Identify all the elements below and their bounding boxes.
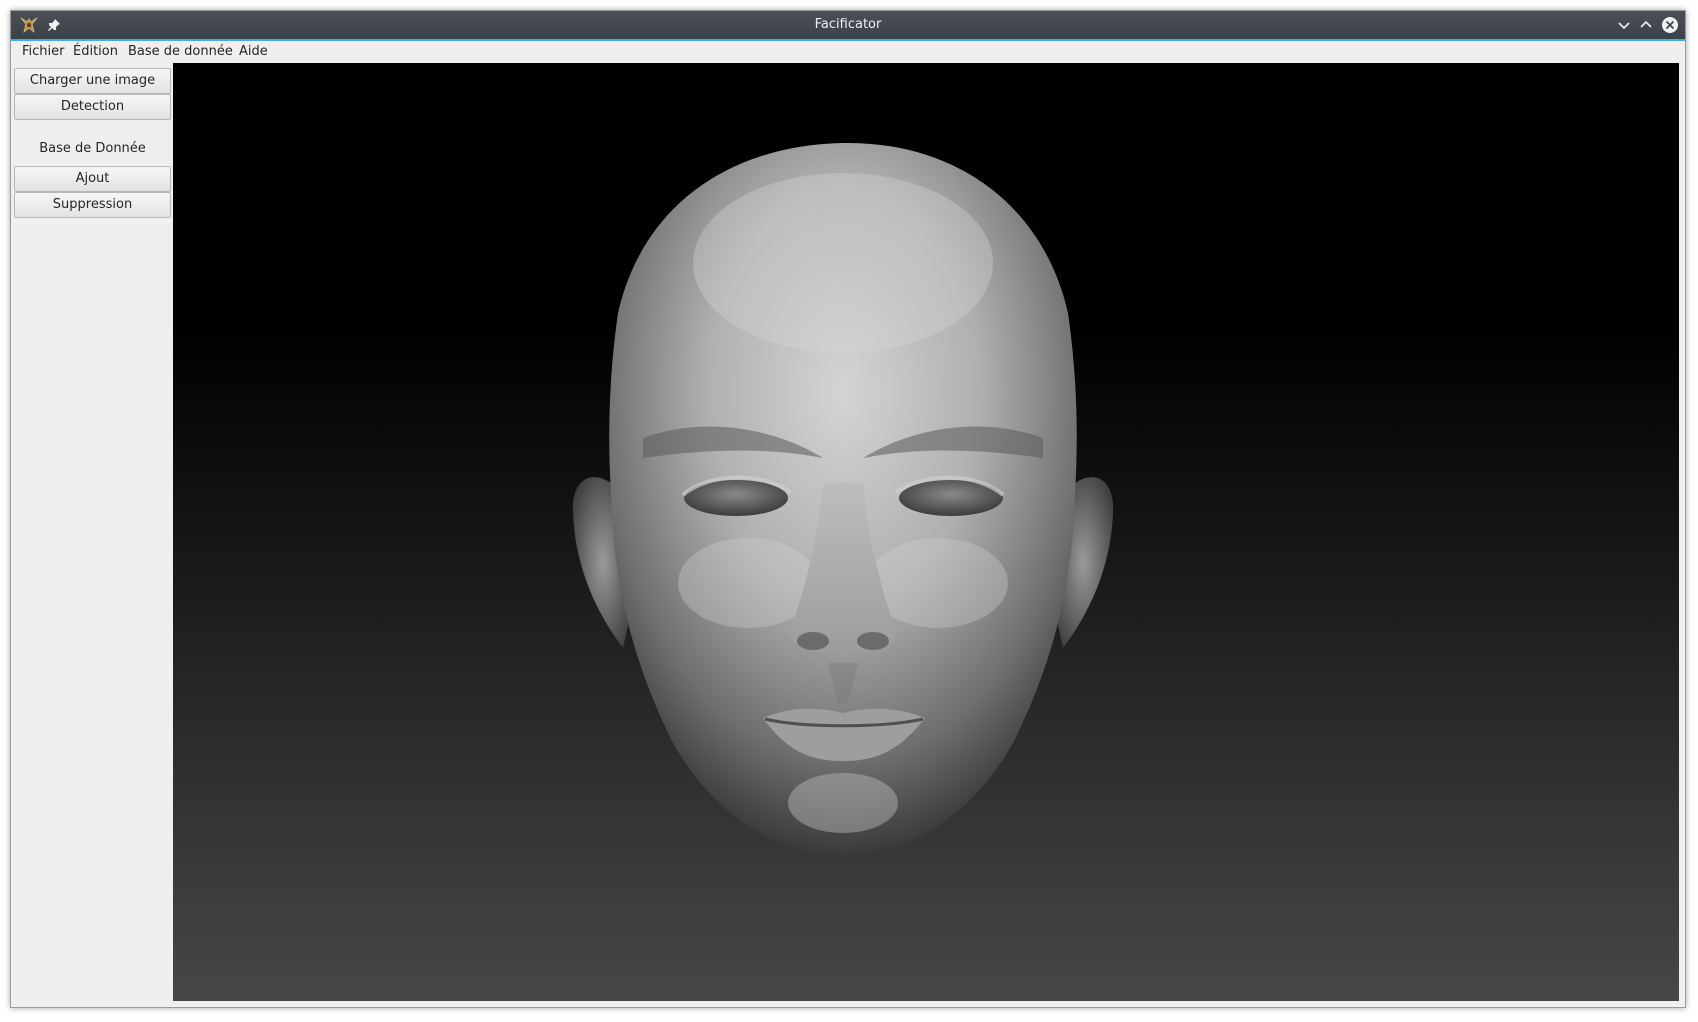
- database-section-label: Base de Donnée: [39, 141, 146, 156]
- detection-button[interactable]: Detection: [14, 94, 171, 120]
- menu-base-de-donnee[interactable]: Base de donnée: [124, 41, 237, 63]
- app-window: Facificator Fichier Édition Base de donn…: [10, 10, 1686, 1008]
- window-title: Facificator: [814, 17, 882, 32]
- menu-fichier[interactable]: Fichier: [18, 41, 69, 63]
- close-button[interactable]: [1661, 16, 1679, 34]
- sidebar: Charger une image Detection Base de Donn…: [11, 63, 172, 1007]
- menu-edition[interactable]: Édition: [69, 41, 122, 63]
- menu-bar: Fichier Édition Base de donnée Aide: [11, 41, 1685, 63]
- 3d-viewport[interactable]: [173, 63, 1679, 1001]
- minimize-button[interactable]: [1615, 16, 1633, 34]
- maximize-button[interactable]: [1637, 16, 1655, 34]
- add-button[interactable]: Ajout: [14, 166, 171, 192]
- head-model-render: [572, 142, 1114, 855]
- title-bar[interactable]: Facificator: [11, 11, 1685, 41]
- load-image-button[interactable]: Charger une image: [14, 68, 171, 94]
- delete-button[interactable]: Suppression: [14, 192, 171, 218]
- menu-aide[interactable]: Aide: [235, 41, 272, 63]
